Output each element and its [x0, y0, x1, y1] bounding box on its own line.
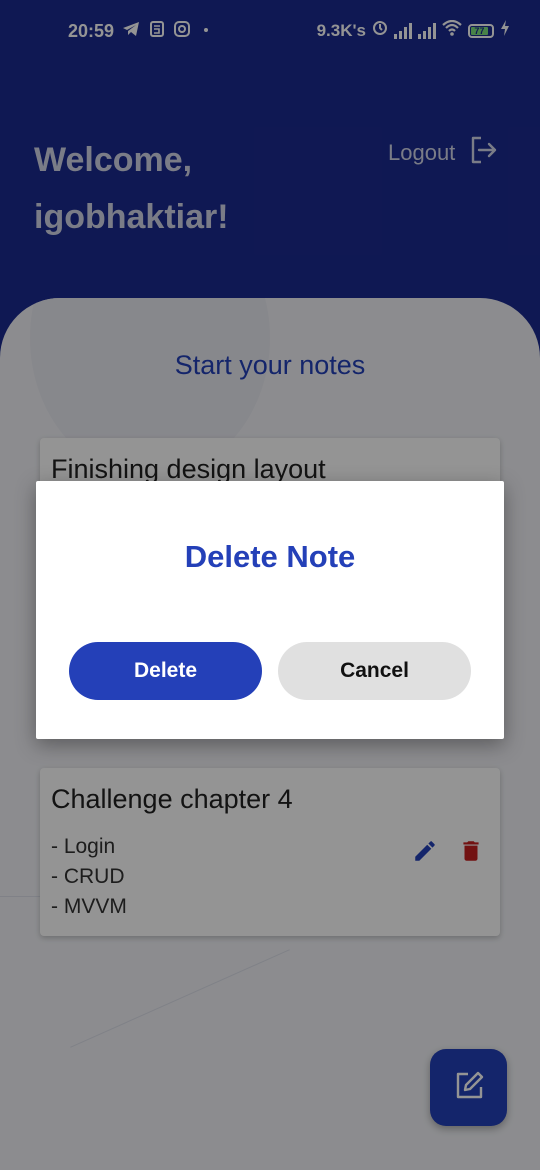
- dialog-title: Delete Note: [184, 539, 356, 574]
- delete-note-dialog: Delete Note Delete Cancel: [36, 481, 504, 739]
- cancel-button[interactable]: Cancel: [278, 642, 471, 700]
- delete-button[interactable]: Delete: [69, 642, 262, 700]
- app-screen: 20:59 9.3K's 77 Welcome, igobhaktiar! Lo…: [0, 0, 540, 1170]
